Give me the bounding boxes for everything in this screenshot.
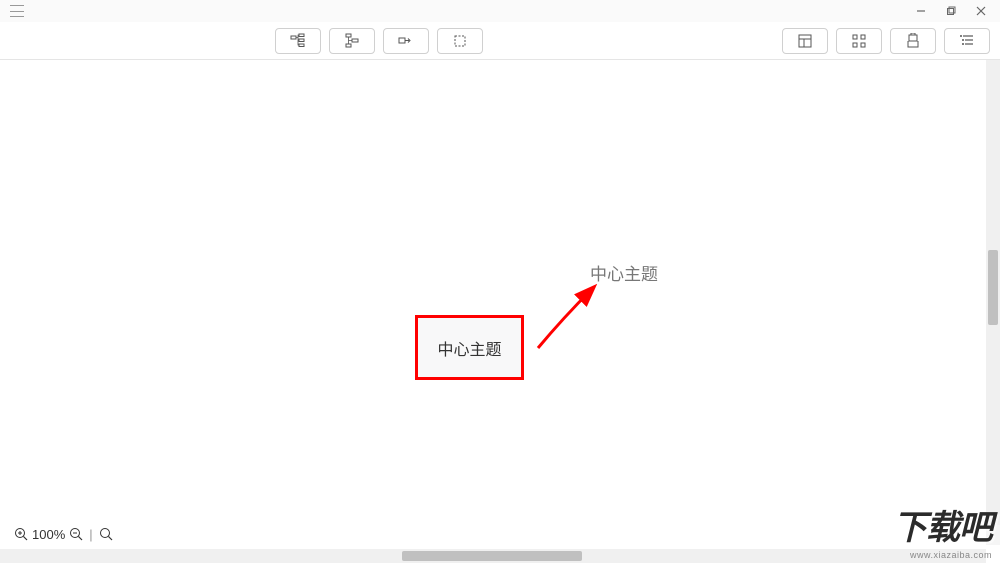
toolbar-center bbox=[275, 28, 483, 54]
scrollbar-horizontal-area bbox=[0, 545, 1000, 563]
outline-button[interactable] bbox=[944, 28, 990, 54]
titlebar bbox=[0, 0, 1000, 22]
central-topic-text: 中心主题 bbox=[437, 336, 501, 360]
minimize-button[interactable] bbox=[906, 0, 936, 22]
arrow-annotation-icon bbox=[528, 278, 618, 358]
divider: | bbox=[89, 527, 92, 542]
outline-icon bbox=[959, 33, 975, 49]
boundary-icon bbox=[452, 33, 468, 49]
scrollbar-thumb-vertical[interactable] bbox=[988, 250, 998, 325]
style-icon bbox=[905, 33, 921, 49]
statusbar: 100% | bbox=[0, 523, 986, 545]
menu-icon[interactable] bbox=[10, 5, 24, 17]
boundary-button[interactable] bbox=[437, 28, 483, 54]
topic-icon bbox=[344, 33, 360, 49]
insert-topic-button[interactable] bbox=[329, 28, 375, 54]
scrollbar-horizontal[interactable] bbox=[0, 549, 986, 563]
scrollbar-vertical[interactable] bbox=[986, 60, 1000, 525]
zoom-out-icon[interactable] bbox=[69, 527, 83, 541]
titlebar-left bbox=[4, 5, 24, 17]
style-button[interactable] bbox=[890, 28, 936, 54]
toolbar-right bbox=[782, 28, 990, 54]
central-topic-node[interactable]: 中心主题 bbox=[415, 315, 524, 380]
maximize-button[interactable] bbox=[936, 0, 966, 22]
mindmap-canvas[interactable]: 中心主题 中心主题 bbox=[0, 60, 986, 525]
relationship-button[interactable] bbox=[383, 28, 429, 54]
close-button[interactable] bbox=[966, 0, 996, 22]
fit-icon[interactable] bbox=[99, 527, 113, 541]
subtopic-icon bbox=[290, 33, 306, 49]
secondary-topic-label: 中心主题 bbox=[590, 260, 658, 285]
layout-icon bbox=[797, 33, 813, 49]
layout-button[interactable] bbox=[782, 28, 828, 54]
zoom-level-text: 100% bbox=[32, 527, 65, 542]
insert-subtopic-button[interactable] bbox=[275, 28, 321, 54]
zoom-in-icon[interactable] bbox=[14, 527, 28, 541]
toolbar bbox=[0, 22, 1000, 60]
scrollbar-thumb-horizontal[interactable] bbox=[402, 551, 582, 561]
structure-icon bbox=[851, 33, 867, 49]
window-controls bbox=[906, 0, 996, 22]
relation-icon bbox=[398, 33, 414, 49]
structure-button[interactable] bbox=[836, 28, 882, 54]
